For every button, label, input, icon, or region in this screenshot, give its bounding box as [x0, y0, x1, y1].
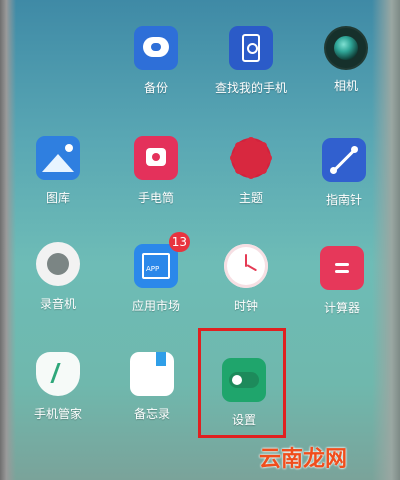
find-phone-icon [229, 26, 273, 70]
app-market-icon: 13 [134, 232, 190, 288]
app-recorder[interactable]: 录音机 [18, 242, 98, 312]
app-label: 备份 [143, 81, 168, 95]
app-find-phone[interactable]: 查找我的手机 [211, 26, 291, 96]
app-phone-manager[interactable]: 手机管家 [18, 352, 98, 422]
app-theme[interactable]: 主题 [211, 136, 291, 206]
app-notes[interactable]: 备忘录 [112, 352, 192, 422]
gallery-icon [36, 136, 80, 180]
app-compass[interactable]: 指南针 [304, 138, 384, 208]
watermark: 云南龙网 [259, 447, 348, 472]
app-flashlight[interactable]: 手电筒 [116, 136, 196, 206]
app-backup[interactable]: 备份 [116, 26, 196, 96]
app-label: 主题 [238, 191, 263, 205]
app-clock[interactable]: 时钟 [206, 244, 286, 314]
recorder-icon [36, 242, 80, 286]
compass-icon [322, 138, 366, 182]
app-label: 查找我的手机 [214, 81, 287, 95]
notification-badge: 13 [168, 232, 190, 252]
cloud-backup-icon [134, 26, 178, 70]
app-calculator[interactable]: 计算器 [302, 246, 382, 316]
theme-icon [229, 136, 273, 180]
app-gallery[interactable]: 图库 [18, 136, 98, 206]
app-label: 应用市场 [131, 299, 180, 313]
app-label: 计算器 [323, 301, 360, 315]
app-label: 备忘录 [133, 407, 170, 421]
notes-icon [130, 352, 174, 396]
app-camera[interactable]: 相机 [306, 28, 386, 94]
app-label: 指南针 [325, 193, 362, 207]
calculator-icon [320, 246, 364, 290]
app-label: 时钟 [233, 299, 258, 313]
app-label: 手电筒 [137, 191, 174, 205]
shield-icon [36, 352, 80, 396]
app-label: 图库 [45, 191, 70, 205]
app-label: 相机 [333, 79, 358, 93]
phone-bezel-left [0, 0, 16, 480]
settings-highlight-box [198, 328, 286, 438]
flashlight-icon [134, 136, 178, 180]
clock-icon [224, 244, 268, 288]
app-market[interactable]: 13 应用市场 [116, 232, 196, 314]
app-label: 手机管家 [33, 407, 82, 421]
app-label: 录音机 [39, 297, 76, 311]
camera-icon [326, 28, 366, 68]
